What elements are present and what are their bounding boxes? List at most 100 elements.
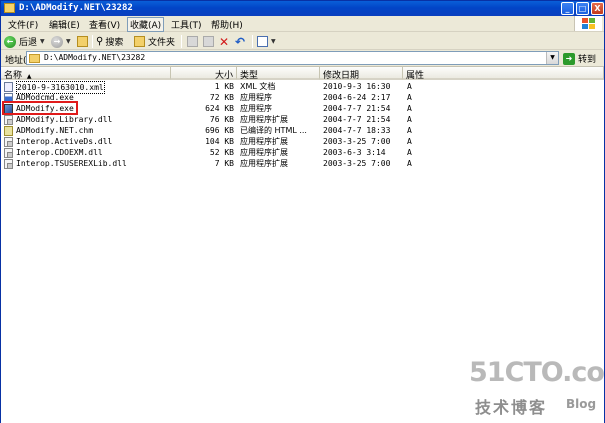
watermark-blog: Blog (566, 397, 597, 411)
file-attributes: A (407, 148, 412, 157)
highlight-box (2, 101, 78, 115)
delete-button[interactable]: ✕ (219, 34, 229, 49)
forward-arrow-icon: → (51, 35, 63, 48)
column-header-size[interactable]: 大小 (171, 67, 237, 81)
maximize-button[interactable]: □ (576, 2, 589, 15)
back-button[interactable]: ← 后退 ▼ (4, 34, 45, 49)
file-modified: 2004-7-7 21:54 (323, 104, 391, 113)
file-row[interactable]: ADModify.exe 624 KB 应用程序 2004-7-7 21:54 … (1, 103, 604, 114)
file-size: 104 KB (205, 137, 234, 146)
explorer-window: D:\ADModify.NET\23282 _ □ X 文件(F) 编辑(E) … (0, 0, 605, 423)
file-size: 7 KB (214, 159, 234, 168)
file-type: 应用程序扩展 (240, 148, 288, 157)
chevron-down-icon: ▼ (40, 38, 45, 45)
menu-help[interactable]: 帮助(H) (211, 18, 243, 31)
toolbar: ← 后退 ▼ → ▼ ⚲ 搜索 文件夹 ✕ ↶ ▼ (1, 33, 604, 50)
file-modified: 2010-9-3 16:30 (323, 82, 391, 91)
dll-file-icon (4, 115, 13, 125)
menu-view[interactable]: 查看(V) (89, 18, 120, 31)
file-size: 1 KB (214, 82, 234, 91)
file-row[interactable]: Interop.TSUSEREXLib.dll 7 KB 应用程序扩展 2003… (1, 158, 604, 169)
minimize-button[interactable]: _ (561, 2, 574, 15)
file-type: 应用程序扩展 (240, 115, 288, 124)
file-row[interactable]: ADModify.NET.chm 696 KB 已编译的 HTML ... 20… (1, 125, 604, 136)
file-row[interactable]: Interop.ActiveDs.dll 104 KB 应用程序扩展 2003-… (1, 136, 604, 147)
file-name: Interop.TSUSEREXLib.dll (16, 159, 127, 168)
sort-arrow-icon: ▲ (26, 73, 32, 80)
address-bar: 地址(D) D:\ADModify.NET\23282 ▼ ➜ 转到 (1, 50, 604, 67)
file-type: 应用程序 (240, 93, 272, 102)
go-label: 转到 (578, 55, 597, 65)
title-bar[interactable]: D:\ADModify.NET\23282 _ □ X (1, 1, 604, 16)
menu-bar: 文件(F) 编辑(E) 查看(V) 收藏(A) 工具(T) 帮助(H) (1, 16, 604, 32)
file-row[interactable]: ADModcmd.exe 72 KB 应用程序 2004-6-24 2:17 A (1, 92, 604, 103)
move-to-button[interactable] (187, 34, 198, 49)
file-attributes: A (407, 104, 412, 113)
file-type: 应用程序扩展 (240, 137, 288, 146)
file-type: 应用程序 (240, 104, 272, 113)
file-modified: 2004-7-7 18:33 (323, 126, 391, 135)
column-header-modified[interactable]: 修改日期 (320, 67, 403, 81)
file-attributes: A (407, 159, 412, 168)
file-row[interactable]: ADModify.Library.dll 76 KB 应用程序扩展 2004-7… (1, 114, 604, 125)
chevron-down-icon[interactable]: ▼ (546, 52, 558, 64)
copy-to-icon (203, 36, 214, 47)
chm-file-icon (4, 126, 13, 136)
file-attributes: A (407, 82, 412, 91)
file-attributes: A (407, 137, 412, 146)
menu-edit[interactable]: 编辑(E) (49, 18, 80, 31)
toolbar-separator (181, 35, 182, 48)
file-type: 已编译的 HTML ... (240, 126, 307, 135)
watermark-brand: 51CTO.com (469, 357, 605, 388)
column-header-name[interactable]: 名称 ▲ (1, 67, 171, 81)
file-size: 624 KB (205, 104, 234, 113)
file-size: 76 KB (209, 115, 234, 124)
file-name: Interop.CDOEXM.dll (16, 148, 103, 157)
address-input[interactable]: D:\ADModify.NET\23282 ▼ (26, 51, 559, 65)
forward-button[interactable]: → ▼ (51, 34, 71, 49)
folder-icon (29, 54, 40, 63)
back-arrow-icon: ← (4, 35, 16, 48)
file-type: XML 文档 (240, 82, 276, 91)
menu-tools[interactable]: 工具(T) (171, 18, 202, 31)
file-size: 696 KB (205, 126, 234, 135)
folders-label: 文件夹 (148, 38, 176, 48)
close-button[interactable]: X (591, 2, 604, 15)
go-button[interactable]: ➜ 转到 (563, 52, 596, 65)
folders-button[interactable]: 文件夹 (134, 34, 175, 49)
file-modified: 2003-3-25 7:00 (323, 159, 391, 168)
file-row[interactable]: 2010-9-3163010.xml 1 KB XML 文档 2010-9-3 … (1, 81, 604, 94)
delete-icon: ✕ (219, 34, 230, 49)
search-icon: ⚲ (96, 36, 104, 47)
file-name: ADModify.Library.dll (16, 115, 113, 124)
column-header-name-label: 名称 (4, 71, 23, 81)
undo-button[interactable]: ↶ (235, 34, 245, 49)
file-modified: 2003-3-25 7:00 (323, 137, 391, 146)
column-header-attributes[interactable]: 属性 (403, 67, 604, 81)
toolbar-separator (252, 35, 253, 48)
xml-file-icon (4, 82, 13, 92)
toolbar-separator (92, 35, 93, 48)
menu-favorites[interactable]: 收藏(A) (127, 17, 165, 32)
file-size: 52 KB (209, 148, 234, 157)
file-attributes: A (407, 115, 412, 124)
address-value: D:\ADModify.NET\23282 (44, 53, 146, 62)
column-header-type[interactable]: 类型 (237, 67, 320, 81)
dll-file-icon (4, 159, 13, 169)
copy-to-button[interactable] (203, 34, 214, 49)
back-label: 后退 (19, 38, 38, 48)
views-icon (257, 36, 268, 47)
up-folder-button[interactable] (77, 34, 88, 49)
views-button[interactable]: ▼ (257, 34, 276, 49)
file-name: Interop.ActiveDs.dll (16, 137, 113, 146)
menu-file[interactable]: 文件(F) (8, 18, 38, 31)
search-button[interactable]: ⚲ 搜索 (96, 34, 123, 49)
up-folder-icon (77, 36, 88, 47)
chevron-down-icon: ▼ (66, 38, 71, 45)
file-modified: 2003-6-3 3:14 (323, 148, 386, 157)
undo-icon: ↶ (235, 34, 246, 49)
chevron-down-icon: ▼ (271, 38, 276, 45)
file-row[interactable]: Interop.CDOEXM.dll 52 KB 应用程序扩展 2003-6-3… (1, 147, 604, 158)
file-attributes: A (407, 126, 412, 135)
folder-icon (4, 3, 15, 13)
